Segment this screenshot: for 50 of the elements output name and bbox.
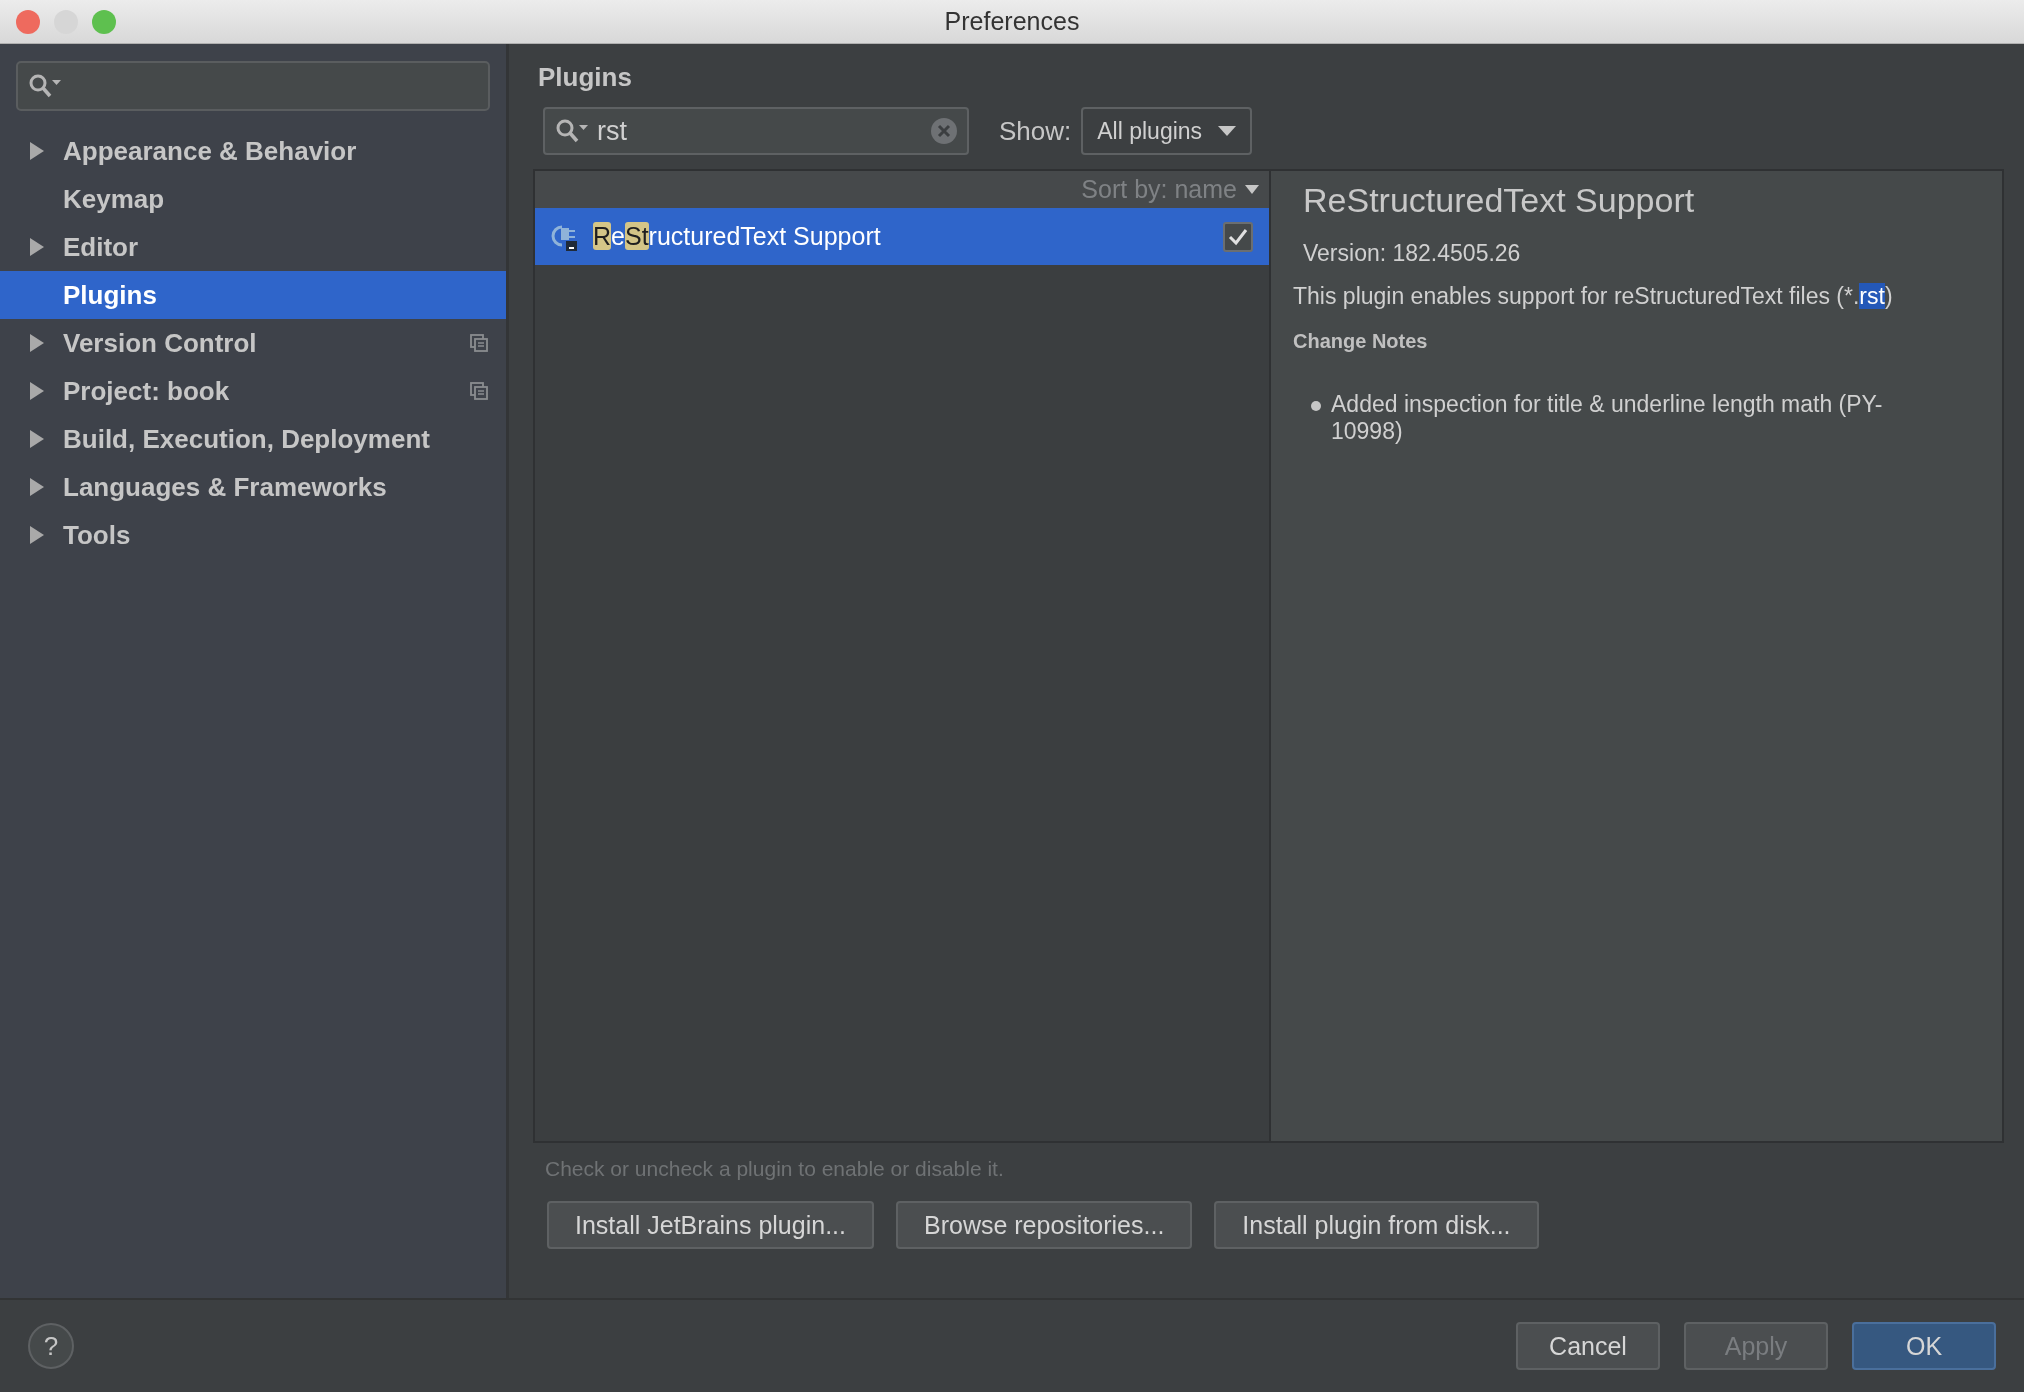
sidebar-item[interactable]: Tools — [0, 511, 506, 559]
sidebar-item-label: Keymap — [63, 183, 166, 215]
sidebar-item-label: Plugins — [63, 279, 158, 311]
expand-arrow-icon[interactable] — [28, 477, 46, 497]
dialog-button[interactable]: OK — [1852, 1322, 1996, 1370]
sidebar-item[interactable]: Version Control — [0, 319, 506, 367]
show-dropdown[interactable]: All plugins — [1081, 107, 1253, 155]
search-field[interactable] — [16, 61, 490, 111]
caret-icon[interactable] — [1218, 126, 1237, 136]
search-icon[interactable] — [555, 118, 589, 144]
expand-arrow-icon[interactable] — [28, 237, 46, 257]
expand-arrow-icon[interactable] — [28, 333, 46, 353]
sidebar-item-label: Languages & Frameworks — [63, 471, 388, 503]
plugin-action-button[interactable]: Browse repositories... — [896, 1201, 1193, 1249]
checkbox[interactable] — [1223, 221, 1253, 252]
dialog-button[interactable]: Cancel — [1516, 1322, 1660, 1370]
plugin-action-button[interactable]: Install JetBrains plugin... — [547, 1201, 874, 1249]
close-button[interactable] — [16, 9, 40, 34]
search-icon[interactable] — [28, 73, 62, 99]
sidebar-item[interactable]: Plugins — [0, 271, 506, 319]
sidebar-item-label: Build, Execution, Deployment — [63, 423, 431, 455]
sidebar-item[interactable]: Editor — [0, 223, 506, 271]
expand-arrow-icon[interactable] — [28, 141, 46, 161]
plugin-action-button[interactable]: Install plugin from disk... — [1214, 1201, 1539, 1249]
sidebar-item[interactable]: Project: book — [0, 367, 506, 415]
version-text: Version: 182.4505.26 — [1303, 240, 1522, 267]
sidebar-item-label: Version Control — [63, 327, 258, 359]
sidebar-item-label: Appearance & Behavior — [63, 135, 358, 167]
sidebar-item[interactable]: Keymap — [0, 175, 506, 223]
caret-icon[interactable] — [1245, 185, 1259, 194]
sidebar-item[interactable]: Build, Execution, Deployment — [0, 415, 506, 463]
window-title: Preferences — [944, 7, 1080, 36]
sidebar-item-label: Tools — [63, 519, 132, 551]
sidebar-item-label: Editor — [63, 231, 140, 263]
bullet-icon — [1311, 401, 1321, 411]
sidebar-item-label: Project: book — [63, 375, 231, 407]
sidebar-item[interactable]: Appearance & Behavior — [0, 127, 506, 175]
notes-heading: Change Notes — [1293, 330, 1429, 353]
show-label: Show: — [999, 115, 1072, 147]
expand-arrow-icon[interactable] — [28, 429, 46, 449]
search-field[interactable]: rst — [543, 107, 969, 155]
expand-arrow-icon[interactable] — [28, 381, 46, 401]
help-button[interactable]: ? — [28, 1323, 74, 1369]
expand-arrow-icon[interactable] — [28, 525, 46, 545]
checkmark-icon — [1228, 227, 1248, 246]
clear-icon[interactable] — [931, 118, 957, 144]
plugin-title: ReStructuredText Support — [1303, 181, 1696, 220]
sidebar-item[interactable]: Languages & Frameworks — [0, 463, 506, 511]
change-note: Added inspection for title & underline length math (PY-10998) — [1331, 391, 1884, 445]
page-title: Plugins — [538, 62, 633, 93]
